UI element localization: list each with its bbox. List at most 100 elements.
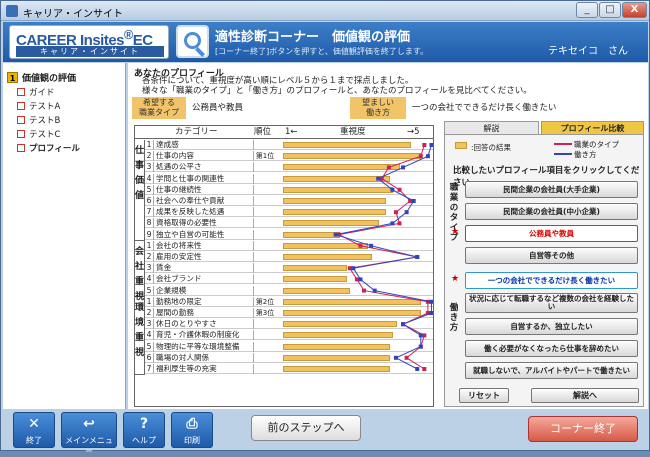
end-corner-button[interactable]: コーナー終了 — [528, 416, 638, 442]
job-btn-civil-servant[interactable]: 公務員や教員 — [465, 225, 638, 242]
selected-star-icon: ★ — [451, 227, 460, 237]
row-number: 5 — [145, 285, 154, 296]
work-btn-long-term[interactable]: 一つの会社でできるだけ長く働きたい — [465, 272, 638, 289]
answer-bar — [283, 186, 394, 193]
group-label: 会社重視 — [135, 240, 145, 302]
check-icon — [17, 130, 25, 138]
answer-bar — [283, 354, 390, 361]
row-number: 4 — [145, 173, 154, 184]
table-row: 6 職場の対人関係 — [145, 352, 433, 363]
answer-bar — [283, 242, 369, 249]
table-row: 3 休日のとりやすさ — [145, 319, 433, 330]
reset-button[interactable]: リセット — [459, 388, 509, 403]
instruction-line-2: 様々な「職業のタイプ」と「働き方」のプロフィールと、あなたのプロフィールを見比べ… — [142, 86, 532, 96]
legend-work-label: 働き方 — [574, 150, 597, 159]
row-rank — [253, 229, 276, 240]
answer-bar — [283, 366, 390, 372]
answer-bar — [283, 142, 411, 148]
maximize-button[interactable]: □ — [599, 2, 621, 18]
answer-bar — [283, 220, 379, 227]
check-icon — [17, 102, 25, 110]
row-label: 雇用の安定性 — [156, 252, 202, 261]
col-scale-min: 1← — [285, 127, 298, 137]
row-rank — [253, 252, 276, 262]
row-rank — [253, 173, 276, 184]
row-number: 4 — [145, 274, 154, 285]
table-row: 4 育児・介護休暇の制度化 — [145, 330, 433, 341]
work-btn-independent[interactable]: 自営するか、独立したい — [465, 318, 638, 335]
row-label: 仕事の内容 — [156, 151, 194, 161]
sidebar-item-test-c[interactable]: テストC — [17, 129, 122, 142]
sidebar-item-profile[interactable]: プロフィール — [17, 143, 122, 156]
row-number: 6 — [145, 196, 154, 206]
job-btn-large-company[interactable]: 民間企業の会社員(大手企業) — [465, 181, 638, 198]
main-content: あなたのプロフィール 各条件について、重視度が高い順にレベル５から１まで採点しま… — [128, 63, 648, 409]
row-number: 7 — [145, 364, 154, 374]
table-row: 8 資格取得の必要性 — [145, 218, 433, 229]
answer-bar — [283, 254, 372, 260]
app-header: CAREER Insites®EC キャリア・インサイト 適性診断コーナー 価値… — [3, 22, 648, 62]
row-number: 1 — [145, 296, 154, 307]
sidebar-item-test-a[interactable]: テストA — [17, 101, 122, 114]
job-btn-small-company[interactable]: 民間企業の会社員(中小企業) — [465, 203, 638, 220]
work-btn-part-time[interactable]: 就職しないで、アルバイトやパートで働きたい — [465, 362, 638, 379]
answer-bar — [283, 198, 386, 204]
print-button[interactable]: ⎙ 印刷 — [171, 412, 213, 448]
answer-bar — [283, 332, 394, 339]
row-label: 成果を反映した処遇 — [156, 207, 225, 217]
col-scale-max: →5 — [407, 127, 420, 137]
explanation-button[interactable]: 解説へ — [531, 388, 639, 403]
answer-bar — [283, 310, 422, 316]
row-label: 物理的に平等な環境整備 — [156, 341, 240, 351]
work-btn-job-change[interactable]: 状況に応じて転職するなど複数の会社を経験したい — [465, 293, 638, 313]
row-number: 5 — [145, 341, 154, 352]
window-title: キャリア・インサイト — [23, 9, 123, 20]
page-title: 適性診断コーナー 価値観の評価 — [215, 30, 411, 45]
row-label: 独立や自営の可能性 — [156, 229, 225, 239]
row-rank: 第1位 — [253, 151, 276, 162]
row-label: 達成感 — [156, 140, 179, 149]
help-button[interactable]: ? ヘルプ — [123, 412, 165, 448]
row-rank — [253, 218, 276, 229]
row-number: 2 — [145, 151, 154, 162]
row-number: 2 — [145, 252, 154, 262]
job-btn-self-employed[interactable]: 自営等その他 — [465, 247, 638, 264]
comparison-panel: 解説 プロフィール比較 :回答の結果 職業のタイプ 働き方 比較したいプロフィー… — [444, 121, 644, 407]
work-btn-quit[interactable]: 働く必要がなくなったら仕事を辞めたい — [465, 340, 638, 357]
row-rank — [253, 285, 276, 296]
table-row: 2 屋間の勤務 第3位 — [145, 308, 433, 318]
sidebar-item-test-b[interactable]: テストB — [17, 115, 122, 128]
row-label: 仕事の継続性 — [156, 184, 202, 194]
answer-bar — [283, 231, 340, 238]
answer-bar — [283, 175, 390, 182]
app-window: キャリア・インサイト _ □ X CAREER Insites®EC キャリア・… — [0, 0, 650, 456]
work-section-label: 働き方 — [449, 303, 459, 333]
close-button[interactable]: X — [622, 2, 647, 18]
logo-subtitle: キャリア・インサイト — [16, 46, 164, 57]
row-rank — [253, 319, 276, 330]
row-number: 4 — [145, 330, 154, 341]
row-label: 資格取得の必要性 — [156, 218, 217, 228]
row-number: 3 — [145, 263, 154, 274]
table-row: 2 雇用の安定性 — [145, 252, 433, 262]
page-subtitle: [コーナー終了]ボタンを押すと、価値観評価を終了します。 — [215, 47, 429, 56]
row-label: 休日のとりやすさ — [156, 319, 217, 329]
tab-explanation[interactable]: 解説 — [444, 121, 539, 134]
answer-bar — [283, 164, 401, 171]
row-label: 勤務地の限定 — [156, 296, 202, 306]
row-label: 社会への奉仕や貢献 — [156, 196, 225, 205]
main-menu-button[interactable]: ↩ メインメニュー — [61, 412, 117, 456]
printer-icon: ⎙ — [186, 416, 198, 432]
row-number: 3 — [145, 319, 154, 330]
tab-profile-compare[interactable]: プロフィール比較 — [541, 121, 644, 134]
previous-step-button[interactable]: 前のステップへ — [251, 415, 361, 441]
minimize-button[interactable]: _ — [576, 2, 598, 18]
row-rank — [253, 196, 276, 206]
table-row: 5 企業規模 — [145, 285, 433, 296]
sidebar-item-guide[interactable]: ガイド — [17, 87, 122, 100]
exit-button[interactable]: ✕ 終了 — [13, 412, 55, 448]
work-style-value: 一つの会社でできるだけ長く働きたい — [412, 103, 557, 113]
row-number: 6 — [145, 352, 154, 363]
legend-work-line — [554, 153, 572, 155]
col-rank: 順位 — [254, 127, 272, 137]
